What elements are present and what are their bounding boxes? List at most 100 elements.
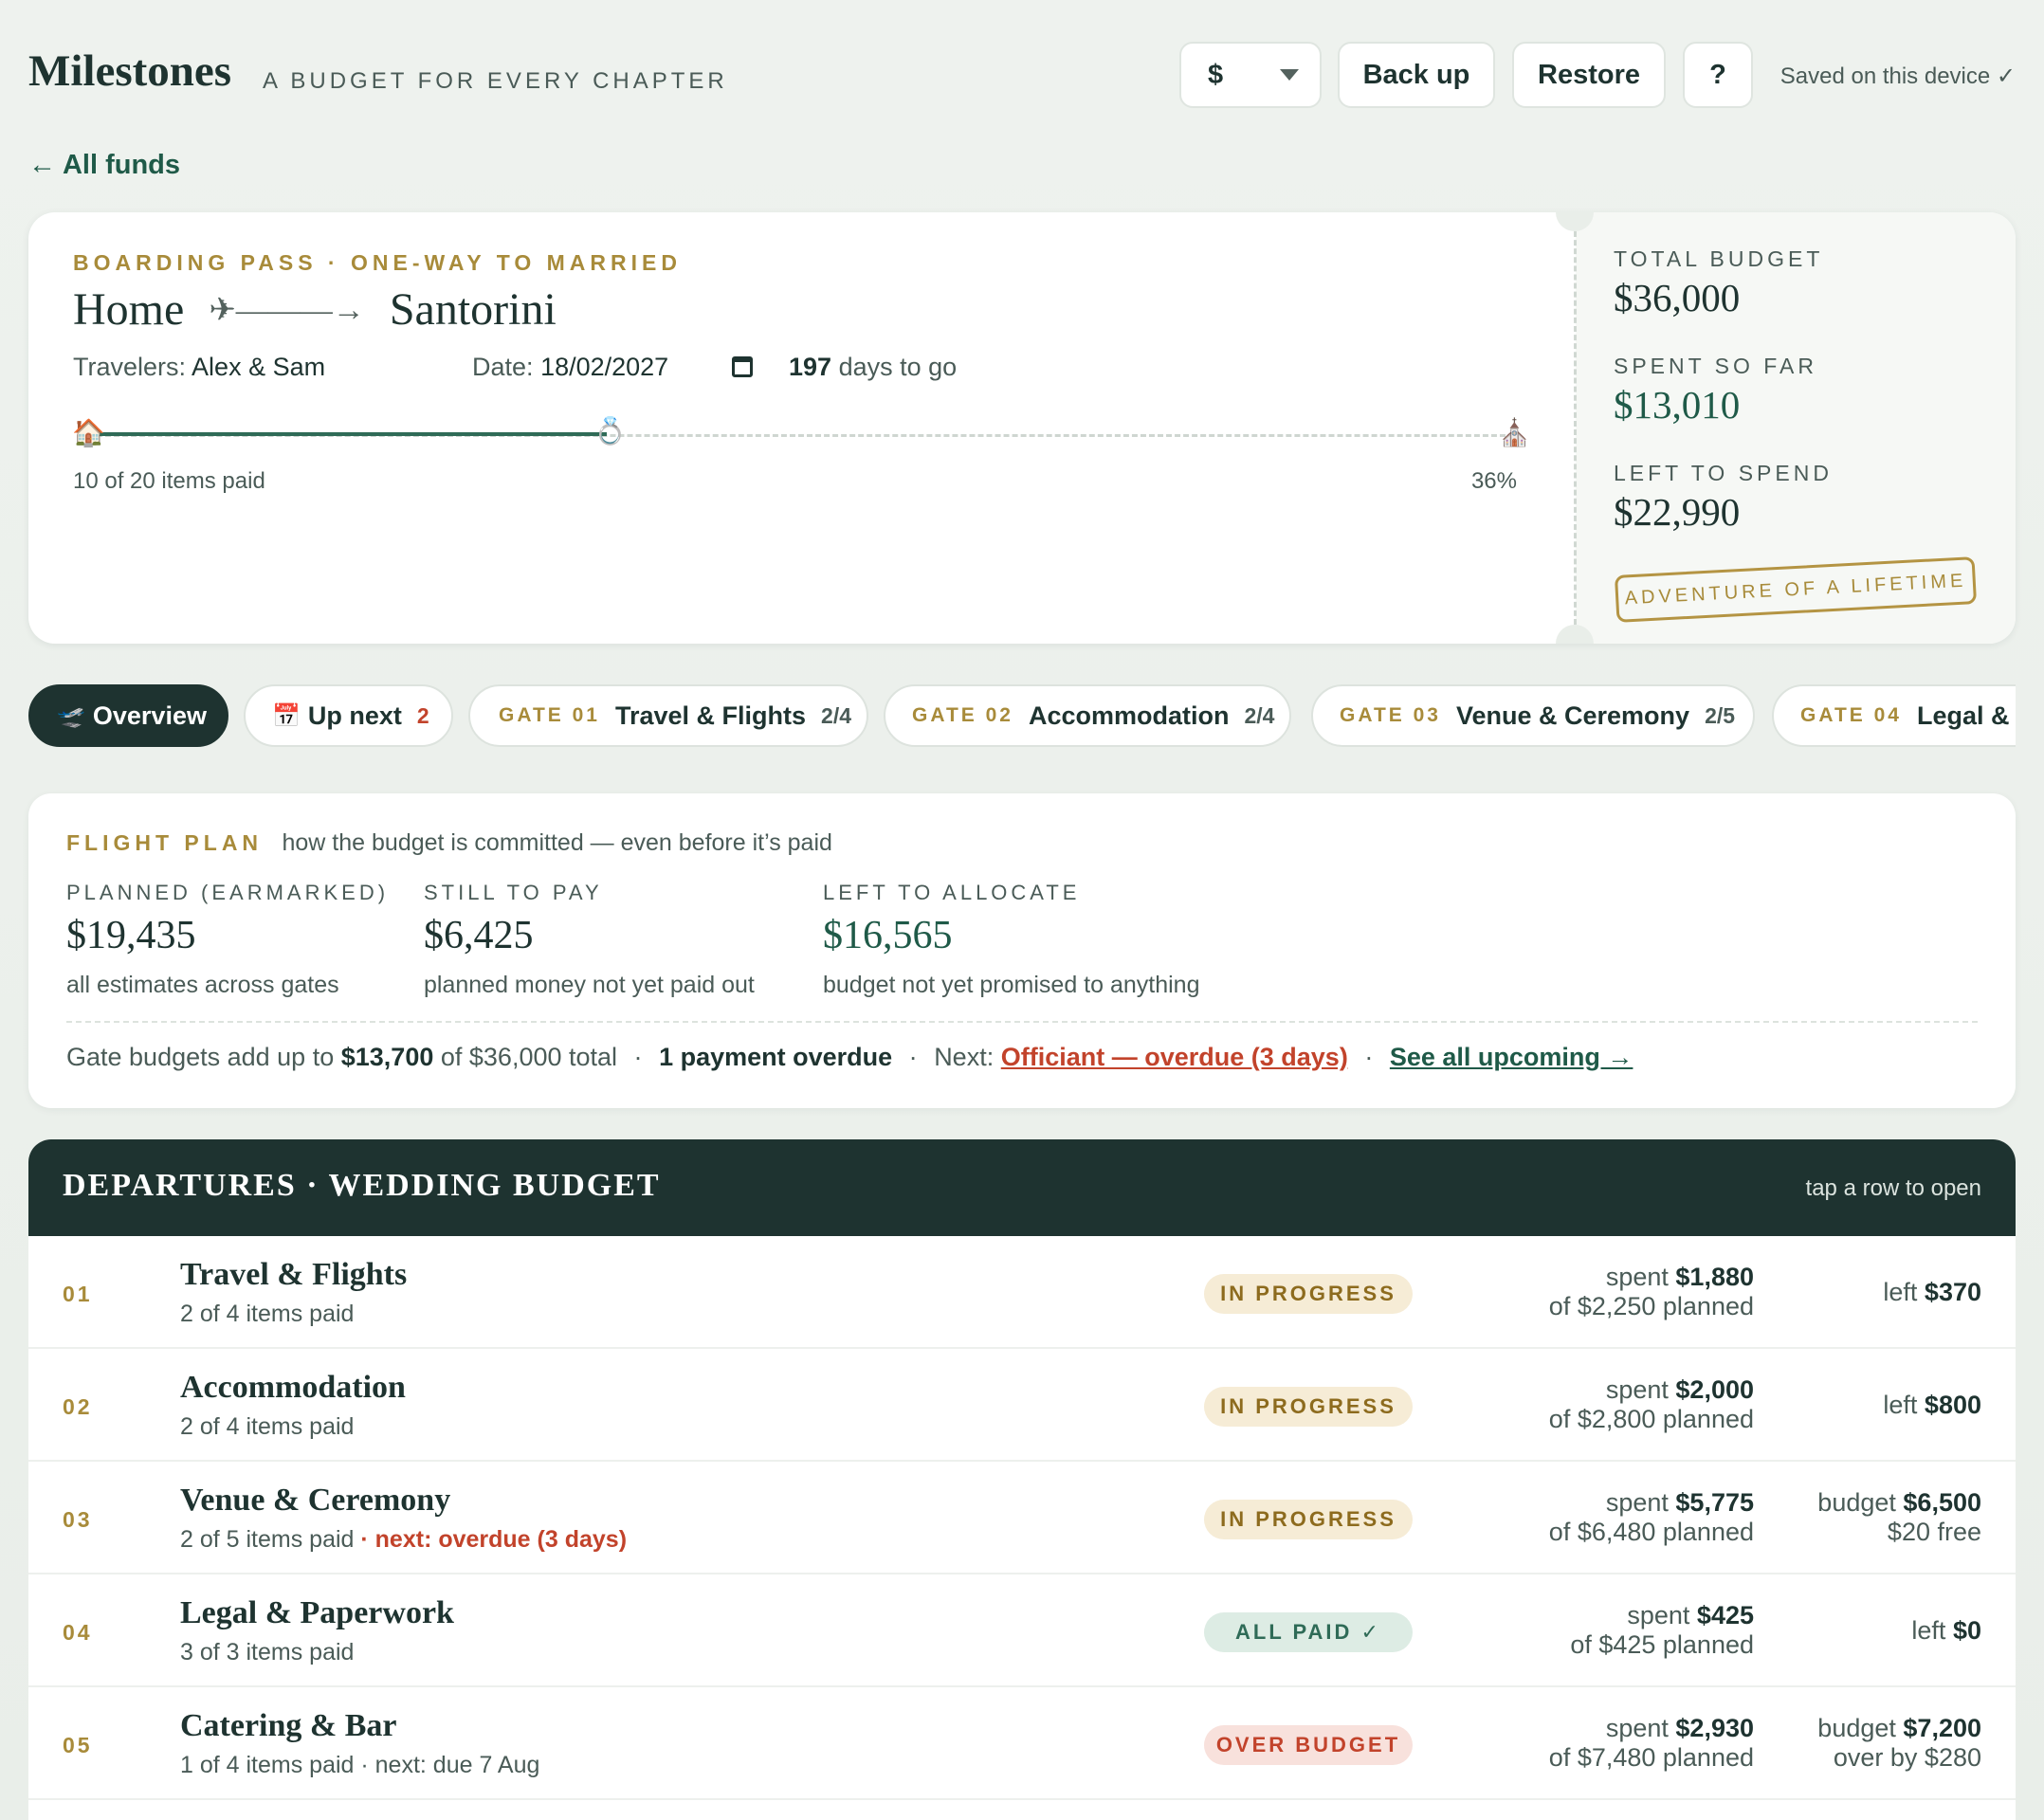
- remaining-note: over by $280: [1833, 1743, 1981, 1772]
- ring-icon: 💍: [593, 416, 627, 446]
- tab-gate-04[interactable]: GATE 04 Legal & P: [1772, 684, 2016, 747]
- flight-plan-divider: [66, 1021, 1978, 1023]
- all-funds-link[interactable]: ← All funds: [28, 150, 180, 181]
- row-spent: spent $1,880 of $2,250 planned: [1549, 1263, 1754, 1321]
- next-payment-link[interactable]: Officiant — overdue (3 days): [1001, 1043, 1348, 1071]
- flight-plan-eyebrow: FLIGHT PLAN: [66, 830, 264, 855]
- table-row[interactable]: 05 Catering & Bar 1 of 4 items paid · ne…: [28, 1687, 2016, 1800]
- table-row[interactable]: 02 Accommodation 2 of 4 items paid IN PR…: [28, 1349, 2016, 1462]
- row-items-paid: 1 of 4 items paid · next: due 7 Aug: [180, 1752, 540, 1778]
- separator: ·: [908, 1043, 918, 1071]
- tab-gate-number: GATE 04: [1800, 704, 1902, 726]
- spent-value: $425: [1696, 1601, 1754, 1629]
- tab-gate-01[interactable]: GATE 01 Travel & Flights 2/4: [468, 684, 868, 747]
- date-label: Date:: [472, 353, 534, 381]
- backup-button[interactable]: Back up: [1338, 42, 1495, 108]
- days-to-go: 197 days to go: [789, 353, 957, 382]
- row-spent: spent $5,775 of $6,480 planned: [1549, 1488, 1754, 1547]
- gate-budgets-total: $13,700: [340, 1043, 434, 1071]
- remaining-value: $6,500: [1903, 1488, 1981, 1517]
- currency-select[interactable]: $: [1179, 42, 1322, 108]
- row-remaining: left $0: [1911, 1616, 1981, 1646]
- spent-label: spent: [1605, 1263, 1669, 1291]
- row-subtitle: 2 of 4 items paid: [180, 1301, 354, 1328]
- table-row[interactable]: 03 Venue & Ceremony 2 of 5 items paid · …: [28, 1462, 2016, 1574]
- status-badge: ALL PAID ✓: [1204, 1612, 1413, 1652]
- tab-label: Legal & P: [1916, 701, 2016, 730]
- table-row[interactable]: 04 Legal & Paperwork 3 of 3 items paid A…: [28, 1574, 2016, 1687]
- wedding-date[interactable]: Date: 18/02/2027: [472, 353, 668, 382]
- remaining-label: budget: [1817, 1488, 1896, 1517]
- tab-gate-03[interactable]: GATE 03 Venue & Ceremony 2/5: [1311, 684, 1755, 747]
- remaining-value: $370: [1924, 1278, 1981, 1306]
- spent-so-far-value: $13,010: [1614, 383, 1741, 427]
- planned-value: of $6,480 planned: [1548, 1518, 1754, 1546]
- spent-label: spent: [1605, 1375, 1669, 1404]
- app-tagline: A BUDGET FOR EVERY CHAPTER: [263, 68, 728, 94]
- restore-button[interactable]: Restore: [1512, 42, 1666, 108]
- status-badge: IN PROGRESS: [1204, 1274, 1413, 1314]
- travelers: Travelers: Alex & Sam: [73, 353, 325, 382]
- plane-arrow-icon: ✈———→: [209, 292, 365, 328]
- tab-gate-02[interactable]: GATE 02 Accommodation 2/4: [884, 684, 1291, 747]
- left-to-allocate-note: budget not yet promised to anything: [823, 972, 1200, 998]
- help-button[interactable]: ?: [1683, 42, 1753, 108]
- spent-value: $1,880: [1675, 1263, 1754, 1291]
- tab-count: 2: [416, 702, 429, 728]
- row-subtitle: 1 of 4 items paid · next: due 7 Aug: [180, 1752, 539, 1779]
- left-to-allocate-label: LEFT TO ALLOCATE: [823, 881, 1081, 904]
- see-all-upcoming-link[interactable]: See all upcoming →: [1390, 1043, 1633, 1071]
- tab-overview[interactable]: 🛫 Overview: [28, 684, 228, 747]
- calendar-icon[interactable]: [732, 356, 753, 377]
- still-to-pay-note: planned money not yet paid out: [424, 972, 755, 998]
- boarding-pass-card: BOARDING PASS · ONE-WAY TO MARRIED Home …: [28, 212, 2016, 644]
- flight-plan-heading: FLIGHT PLAN how the budget is committed …: [66, 829, 832, 857]
- app-header: Milestones A BUDGET FOR EVERY CHAPTER $ …: [28, 42, 2016, 112]
- status-badge: IN PROGRESS: [1204, 1387, 1413, 1427]
- still-to-pay-label: STILL TO PAY: [424, 881, 603, 904]
- row-subtitle: 2 of 4 items paid: [180, 1413, 354, 1441]
- spent-value: $2,000: [1675, 1375, 1754, 1404]
- status-badge: OVER BUDGET: [1204, 1725, 1413, 1765]
- pass-route: Home ✈———→ Santorini: [73, 283, 557, 336]
- departures-header: DEPARTURES · WEDDING BUDGET tap a row to…: [28, 1139, 2016, 1236]
- separator: ·: [633, 1043, 643, 1071]
- row-name: Travel & Flights: [180, 1257, 408, 1292]
- planned-label: PLANNED (EARMARKED): [66, 881, 390, 904]
- row-items-paid: 2 of 4 items paid: [180, 1301, 355, 1327]
- progress-percent: 36%: [1470, 468, 1517, 494]
- row-number: 03: [63, 1507, 93, 1532]
- row-number: 05: [63, 1733, 93, 1757]
- route-from: Home: [73, 284, 185, 335]
- travelers-value: Alex & Sam: [192, 353, 326, 381]
- separator: ·: [1364, 1043, 1374, 1071]
- progress-fill: [97, 432, 607, 436]
- remaining-note: $20 free: [1887, 1518, 1981, 1546]
- total-budget-label: TOTAL BUDGET: [1614, 246, 1824, 271]
- calendar-icon: 📅: [272, 702, 301, 729]
- tab-count: 2/4: [1244, 702, 1275, 728]
- spent-label: spent: [1627, 1601, 1690, 1629]
- planned-value: of $425 planned: [1570, 1630, 1754, 1659]
- pass-eyebrow: BOARDING PASS · ONE-WAY TO MARRIED: [73, 250, 682, 275]
- remaining-label: left: [1883, 1391, 1918, 1419]
- flight-plan-card: FLIGHT PLAN how the budget is committed …: [28, 793, 2016, 1108]
- home-icon: 🏠: [72, 418, 105, 447]
- departures-hint: tap a row to open: [1805, 1175, 1981, 1201]
- tab-up-next[interactable]: 📅 Up next 2: [244, 684, 453, 747]
- overdue-count: 1 payment overdue: [659, 1043, 893, 1071]
- tab-label: Travel & Flights: [614, 701, 807, 730]
- planned-value: of $7,480 planned: [1548, 1743, 1754, 1772]
- row-remaining: left $800: [1883, 1391, 1981, 1420]
- gate-budgets-prefix: Gate budgets add up to: [66, 1043, 335, 1071]
- table-row[interactable]: 01 Travel & Flights 2 of 4 items paid IN…: [28, 1236, 2016, 1349]
- row-remaining: budget $6,500 $20 free: [1817, 1488, 1981, 1547]
- row-remaining: budget $7,200 over by $280: [1817, 1714, 1981, 1773]
- row-spent: spent $425 of $425 planned: [1570, 1601, 1754, 1660]
- tab-gate-number: GATE 03: [1340, 704, 1441, 726]
- left-to-spend-value: $22,990: [1614, 490, 1741, 534]
- row-name: Venue & Ceremony: [180, 1483, 451, 1518]
- row-items-paid: 2 of 4 items paid: [180, 1413, 355, 1440]
- spent-label: spent: [1605, 1714, 1669, 1742]
- gate-tabs: 🛫 Overview 📅 Up next 2 GATE 01 Travel & …: [28, 684, 2016, 749]
